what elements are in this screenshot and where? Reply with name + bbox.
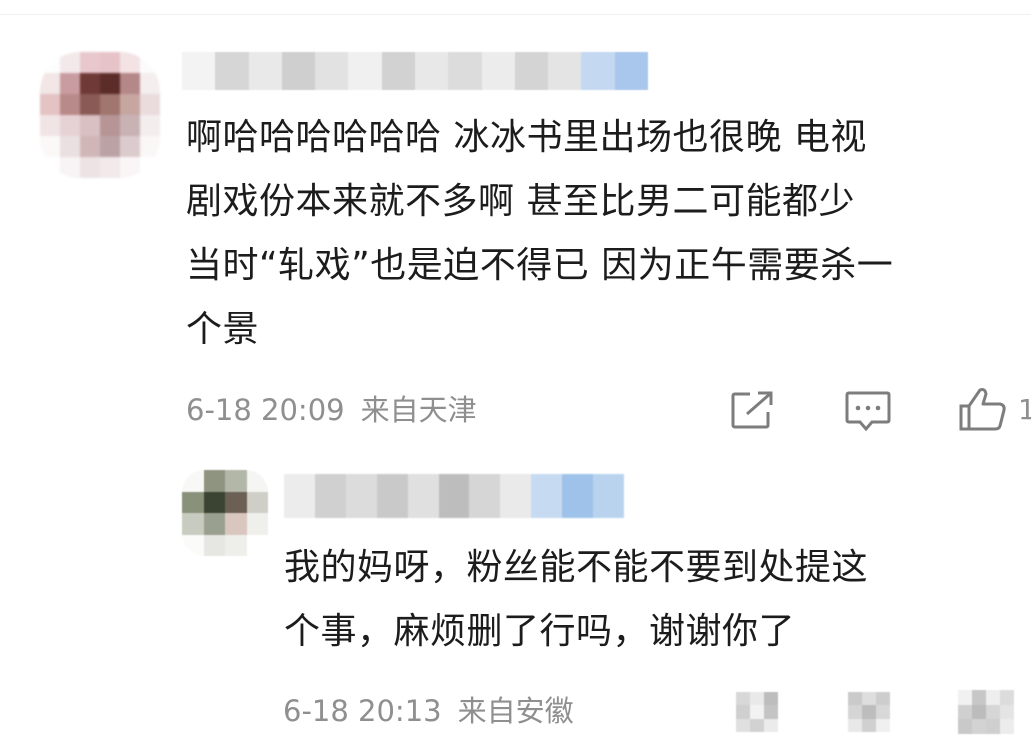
comment-time: 6-18 20:09 — [186, 393, 345, 427]
thumbs-up-icon[interactable] — [958, 386, 1008, 432]
comment-text: 我的妈呀，粉丝能不能不要到处提这 个事，麻烦删了行吗，谢谢你了 — [284, 547, 869, 652]
share-icon[interactable] — [736, 692, 778, 732]
comment-location: 来自天津 — [360, 393, 477, 427]
username-blurred[interactable] — [182, 52, 648, 90]
avatar-blurred[interactable] — [182, 470, 268, 556]
thumbs-up-icon[interactable] — [958, 690, 1014, 734]
comment-time: 6-18 20:13 — [283, 694, 442, 728]
avatar-blurred[interactable] — [40, 52, 160, 178]
comment-icon[interactable] — [844, 390, 892, 432]
share-icon[interactable] — [730, 390, 776, 430]
comment-location: 来自安徽 — [457, 694, 574, 728]
username-blurred[interactable] — [284, 474, 624, 518]
comment-meta: 6-18 20:13 来自安徽 — [283, 693, 574, 729]
comment-icon[interactable] — [848, 692, 890, 732]
top-divider — [0, 14, 1031, 15]
comment-text: 啊哈哈哈哈哈哈 冰冰书里出场也很晚 电视 剧戏份本来就不多啊 甚至比男二可能都少当… — [186, 117, 894, 350]
like-count: 1 — [1018, 393, 1031, 426]
comment-meta: 6-18 20:09 来自天津 — [186, 392, 477, 428]
